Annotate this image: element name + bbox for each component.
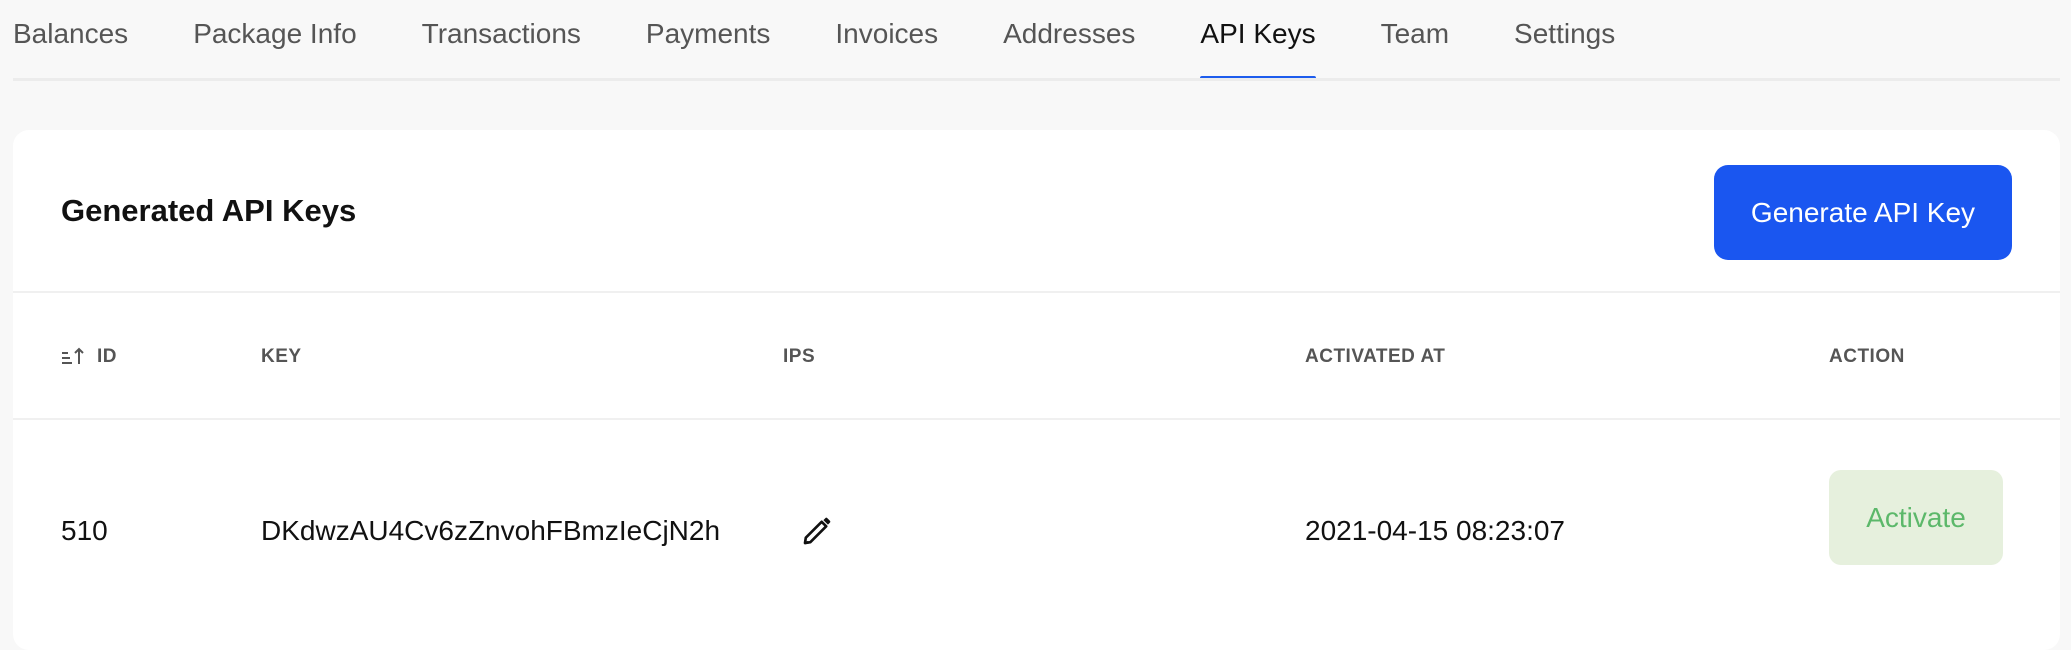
tab-payments[interactable]: Payments (646, 0, 771, 80)
table-header: ID KEY IPS ACTIVATED AT ACTION (13, 293, 2060, 420)
tab-balances[interactable]: Balances (13, 0, 128, 80)
row-api-key: DKdwzAU4Cv6zZnvohFBmzIeCjN2h (261, 515, 721, 546)
pencil-edit-icon[interactable] (801, 515, 833, 547)
card-header: Generated API Keys Generate API Key (13, 130, 2060, 293)
column-header-key: KEY (261, 346, 302, 367)
tab-transactions[interactable]: Transactions (422, 0, 581, 80)
row-id: 510 (61, 515, 108, 546)
tab-package-info[interactable]: Package Info (193, 0, 356, 80)
tab-divider (13, 78, 2060, 81)
table-row: 510 DKdwzAU4Cv6zZnvohFBmzIeCjN2h 2021-04… (13, 420, 2060, 615)
activate-button[interactable]: Activate (1829, 470, 2003, 565)
tab-team[interactable]: Team (1381, 0, 1449, 80)
column-header-action: ACTION (1829, 346, 1905, 367)
tab-addresses[interactable]: Addresses (1003, 0, 1135, 80)
api-keys-card: Generated API Keys Generate API Key ID K… (13, 130, 2060, 650)
sort-ascending-icon[interactable] (61, 344, 85, 368)
column-header-ips: IPS (783, 346, 816, 367)
tab-api-keys[interactable]: API Keys (1200, 0, 1316, 80)
tab-bar: Balances Package Info Transactions Payme… (0, 0, 2060, 80)
row-activated-at: 2021-04-15 08:23:07 (1305, 515, 1565, 546)
generate-api-key-button[interactable]: Generate API Key (1714, 165, 2012, 260)
tab-invoices[interactable]: Invoices (835, 0, 938, 80)
tab-settings[interactable]: Settings (1514, 0, 1615, 80)
column-header-activated-at: ACTIVATED AT (1305, 346, 1446, 367)
column-header-id[interactable]: ID (97, 346, 117, 368)
card-title: Generated API Keys (61, 193, 357, 228)
